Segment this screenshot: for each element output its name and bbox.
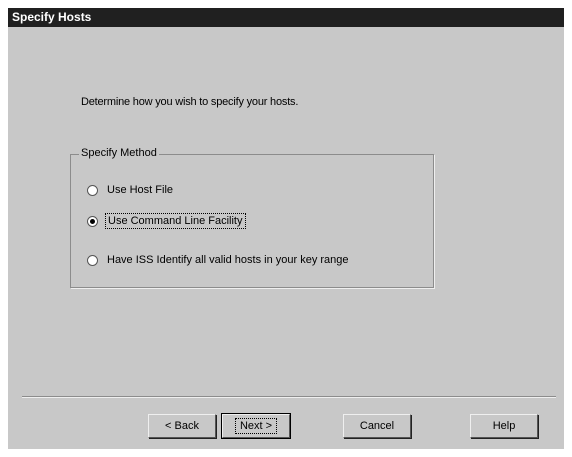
- help-button-label: Help: [492, 420, 516, 432]
- specify-method-group: Specify Method Use Host File Use Command…: [70, 147, 434, 288]
- help-button[interactable]: Help: [470, 414, 538, 438]
- intro-text: Determine how you wish to specify your h…: [81, 96, 299, 108]
- radio-have-iss-identify-hosts[interactable]: Have ISS Identify all valid hosts in you…: [87, 252, 349, 268]
- radio-label: Have ISS Identify all valid hosts in you…: [107, 254, 349, 266]
- button-separator: [22, 396, 556, 398]
- window-titlebar[interactable]: Specify Hosts: [8, 8, 564, 27]
- radio-button-selected-icon[interactable]: [87, 215, 98, 227]
- radio-button-icon[interactable]: [87, 254, 98, 266]
- cancel-button[interactable]: Cancel: [343, 414, 411, 438]
- group-label: Specify Method: [79, 147, 159, 159]
- radio-button-icon[interactable]: [87, 184, 98, 196]
- radio-label: Use Host File: [107, 184, 174, 196]
- back-button-label: < Back: [165, 420, 199, 432]
- specify-hosts-dialog: Specify Hosts Determine how you wish to …: [8, 8, 564, 449]
- back-button[interactable]: < Back: [148, 414, 216, 438]
- next-button-label: Next >: [234, 418, 278, 434]
- radio-use-host-file[interactable]: Use Host File: [87, 182, 173, 198]
- next-button[interactable]: Next >: [221, 413, 291, 439]
- window-title: Specify Hosts: [12, 10, 92, 24]
- cancel-button-label: Cancel: [359, 420, 395, 432]
- radio-label: Use Command Line Facility: [105, 213, 246, 229]
- radio-use-command-line-facility[interactable]: Use Command Line Facility: [87, 213, 246, 229]
